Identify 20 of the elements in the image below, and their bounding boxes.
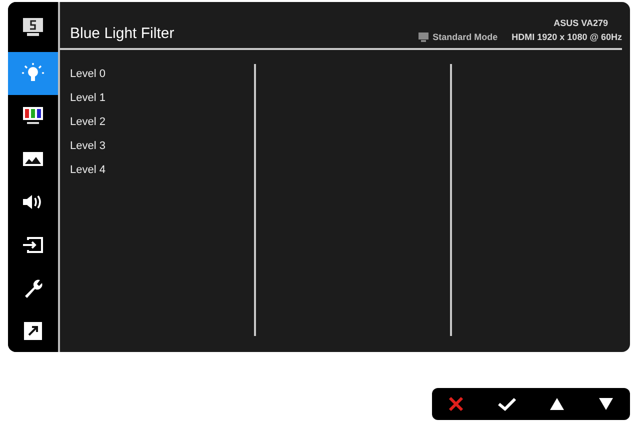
speaker-icon bbox=[22, 192, 44, 211]
check-icon[interactable] bbox=[496, 396, 517, 412]
level-option[interactable]: Level 2 bbox=[70, 116, 254, 128]
up-triangle-icon[interactable] bbox=[549, 397, 566, 411]
monitor-icon bbox=[22, 16, 44, 37]
level-option[interactable]: Level 3 bbox=[70, 140, 254, 152]
signal-info: HDMI 1920 x 1080 @ 60Hz bbox=[512, 32, 622, 42]
close-icon[interactable] bbox=[448, 396, 464, 412]
level-option[interactable]: Level 0 bbox=[70, 68, 254, 80]
level-option[interactable]: Level 1 bbox=[70, 92, 254, 104]
image-icon bbox=[22, 151, 44, 168]
input-icon bbox=[22, 236, 44, 254]
model-name: ASUS VA279 bbox=[554, 18, 609, 28]
shortcut-icon bbox=[23, 320, 43, 341]
menu-title: Blue Light Filter bbox=[70, 25, 174, 42]
monitor-icon bbox=[418, 32, 429, 42]
color-bars-icon bbox=[22, 106, 44, 126]
down-triangle-icon[interactable] bbox=[598, 397, 614, 411]
level-option[interactable]: Level 4 bbox=[70, 164, 254, 176]
mode-label: Standard Mode bbox=[432, 32, 498, 42]
